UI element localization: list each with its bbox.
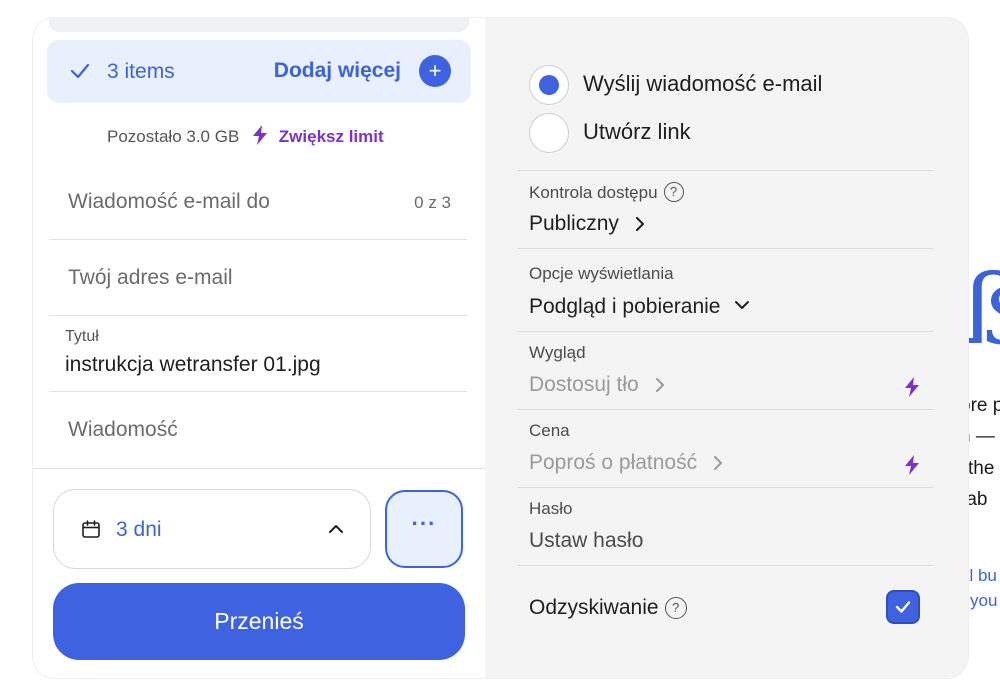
help-icon[interactable]: ? bbox=[663, 182, 684, 202]
password-label: Hasło bbox=[529, 499, 573, 518]
title-field[interactable]: Tytuł instrukcja wetransfer 01.jpg bbox=[49, 316, 467, 392]
bolt-icon bbox=[905, 377, 919, 397]
remaining-storage: Pozostało 3.0 GB bbox=[107, 127, 240, 146]
display-options-label: Opcje wyświetlania bbox=[529, 264, 674, 283]
upload-form: 3 items Dodaj więcej + Pozostało 3.0 GB … bbox=[33, 18, 485, 678]
your-email-placeholder: Twój adres e-mail bbox=[68, 266, 233, 289]
items-count: 3 items bbox=[107, 60, 175, 83]
bolt-icon bbox=[253, 125, 268, 145]
price-label: Cena bbox=[529, 421, 570, 440]
appearance-label: Wygląd bbox=[529, 343, 586, 362]
password-value: Ustaw hasło bbox=[529, 529, 644, 552]
background-link: you bbox=[970, 591, 998, 610]
access-control-label: Kontrola dostępu? bbox=[529, 182, 684, 203]
checkmark-icon bbox=[70, 63, 90, 79]
your-email-field[interactable]: Twój adres e-mail bbox=[49, 240, 467, 316]
radio-button-selected[interactable] bbox=[529, 65, 569, 105]
password-row[interactable]: Hasło Ustaw hasło bbox=[517, 487, 934, 565]
add-more-link[interactable]: Dodaj więcej bbox=[274, 59, 401, 83]
chevron-right-icon bbox=[635, 217, 644, 231]
transfer-options: Wyślij wiadomość e-mail Utwórz link Kont… bbox=[485, 18, 968, 678]
price-row[interactable]: Cena Poproś o płatność bbox=[517, 409, 934, 487]
recovery-label: Odzyskiwanie? bbox=[529, 596, 687, 620]
email-to-placeholder: Wiadomość e-mail do bbox=[68, 190, 270, 213]
form-footer: 3 dni ··· Przenieś bbox=[33, 468, 485, 678]
expiry-selector[interactable]: 3 dni bbox=[53, 489, 371, 569]
title-label: Tytuł bbox=[65, 328, 99, 345]
increase-limit-link[interactable]: Zwiększ limit bbox=[279, 127, 384, 146]
items-summary[interactable]: 3 items Dodaj więcej + bbox=[47, 40, 471, 103]
price-value: Poproś o płatność bbox=[529, 451, 725, 475]
message-field[interactable]: Wiadomość bbox=[49, 392, 467, 468]
display-options-row[interactable]: Opcje wyświetlania Podgląd i pobieranie bbox=[517, 248, 934, 331]
send-email-label: Wyślij wiadomość e-mail bbox=[583, 71, 823, 96]
email-to-field[interactable]: Wiadomość e-mail do 0 z 3 bbox=[49, 166, 467, 240]
storage-quota: Pozostało 3.0 GB Zwiększ limit bbox=[107, 125, 384, 147]
more-options-button[interactable]: ··· bbox=[385, 490, 463, 568]
recovery-checkbox[interactable] bbox=[886, 590, 920, 624]
message-placeholder: Wiadomość bbox=[68, 418, 178, 441]
chevron-down-icon bbox=[735, 301, 750, 309]
transfer-button[interactable]: Przenieś bbox=[53, 583, 465, 660]
expiry-value: 3 dni bbox=[116, 518, 162, 541]
appearance-value: Dostosuj tło bbox=[529, 373, 667, 397]
recipient-counter: 0 z 3 bbox=[414, 193, 451, 212]
radio-button[interactable] bbox=[529, 113, 569, 153]
checkmark-icon bbox=[895, 601, 911, 613]
display-options-value: Podgląd i pobieranie bbox=[529, 295, 750, 319]
create-link-option[interactable]: Utwórz link bbox=[529, 113, 909, 153]
transfer-panel: 3 items Dodaj więcej + Pozostało 3.0 GB … bbox=[33, 18, 968, 678]
chevron-up-icon bbox=[329, 525, 343, 533]
bolt-icon bbox=[905, 455, 919, 475]
plus-icon[interactable]: + bbox=[419, 55, 451, 87]
access-control-value: Publiczny bbox=[529, 212, 647, 236]
chevron-right-icon bbox=[713, 456, 722, 470]
access-control-row[interactable]: Kontrola dostępu? Publiczny bbox=[517, 170, 934, 248]
chevron-right-icon bbox=[655, 378, 664, 392]
create-link-label: Utwórz link bbox=[583, 119, 691, 144]
recovery-row[interactable]: Odzyskiwanie? bbox=[517, 565, 934, 651]
send-email-option[interactable]: Wyślij wiadomość e-mail bbox=[529, 65, 909, 105]
background-text: the bbox=[968, 458, 995, 479]
help-icon[interactable]: ? bbox=[664, 597, 687, 619]
calendar-icon bbox=[82, 520, 100, 538]
appearance-row[interactable]: Wygląd Dostosuj tło bbox=[517, 331, 934, 409]
scroll-edge bbox=[49, 18, 469, 32]
title-value: instrukcja wetransfer 01.jpg bbox=[65, 353, 321, 376]
